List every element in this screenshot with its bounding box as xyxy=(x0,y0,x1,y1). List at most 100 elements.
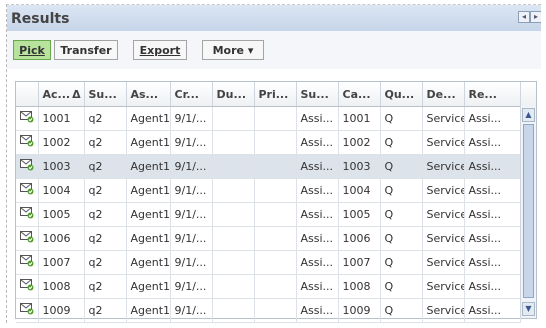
table-cell: 1005 xyxy=(38,202,85,227)
table-cell: 9/1/... xyxy=(170,130,213,155)
mail-accept-icon[interactable] xyxy=(16,106,39,131)
mail-accept-icon[interactable] xyxy=(16,274,39,299)
table-cell: Service xyxy=(422,130,465,155)
table-cell: Service xyxy=(422,106,465,131)
table-cell: q2 xyxy=(84,154,127,179)
table-cell: 1008 xyxy=(38,274,85,299)
table-cell: q2 xyxy=(84,106,127,131)
table-cell: Agent1 xyxy=(126,298,171,323)
table-row[interactable]: 1006 q2 Agent1 9/1/... Assi... 1006 Q Service As… xyxy=(16,226,521,251)
table-cell: Agent1 xyxy=(126,250,171,275)
panel-title: Results xyxy=(11,11,70,27)
table-cell: Q xyxy=(380,298,423,323)
table-cell xyxy=(212,226,255,251)
column-header-label: Cr... xyxy=(174,87,199,101)
table-cell: Service xyxy=(422,154,465,179)
column-header[interactable]: Cr... xyxy=(170,82,213,107)
column-header-label: Du... xyxy=(216,87,247,101)
table-cell: Service xyxy=(422,178,465,203)
expand-icon[interactable]: ▸ xyxy=(530,11,541,23)
table-cell xyxy=(254,250,297,275)
table-cell: Q xyxy=(380,178,423,203)
mail-accept-icon[interactable] xyxy=(16,178,39,203)
table-cell xyxy=(212,178,255,203)
collapse-icon[interactable]: ◂ xyxy=(518,11,530,23)
chevron-down-icon: ▾ xyxy=(247,44,254,57)
table-cell xyxy=(212,130,255,155)
column-header[interactable]: Pri... xyxy=(254,82,297,107)
table-cell: 9/1/... xyxy=(170,274,213,299)
table-cell: 1007 xyxy=(38,250,85,275)
column-header[interactable]: Qu... xyxy=(380,82,423,107)
table-row[interactable]: 1005 q2 Agent1 9/1/... Assi... 1005 Q Service As… xyxy=(16,202,521,227)
mail-accept-icon[interactable] xyxy=(16,202,39,227)
table-cell: 1006 xyxy=(338,226,381,251)
table-cell: 9/1/... xyxy=(170,226,213,251)
column-header-label: Re... xyxy=(468,87,497,101)
mail-accept-icon[interactable] xyxy=(16,154,39,179)
transfer-button[interactable]: Transfer xyxy=(54,40,118,60)
mail-accept-icon[interactable] xyxy=(16,130,39,155)
column-header-label: Su... xyxy=(88,87,117,101)
column-header[interactable]: De... xyxy=(422,82,465,107)
table-cell xyxy=(212,202,255,227)
table-cell: Agent1 xyxy=(126,274,171,299)
table-cell: Service xyxy=(422,202,465,227)
table-cell: q2 xyxy=(84,130,127,155)
table-row[interactable]: 1004 q2 Agent1 9/1/... Assi... 1004 Q Service As… xyxy=(16,178,521,203)
table-row[interactable]: 1003 q2 Agent1 9/1/... Assi... 1003 Q Service As… xyxy=(16,154,521,179)
table-cell: 9/1/... xyxy=(170,250,213,275)
vertical-scrollbar[interactable]: ▲ ▼ xyxy=(520,106,536,318)
export-label: Export xyxy=(139,44,181,57)
column-header[interactable]: Ac... Δ xyxy=(38,82,85,107)
results-table: Ac... Δ Su... As... Cr... Du... Pri... Su... Ca.… xyxy=(15,81,537,323)
mail-accept-icon[interactable] xyxy=(16,298,39,323)
scroll-up-icon[interactable]: ▲ xyxy=(522,108,535,122)
column-header[interactable]: Re... xyxy=(464,82,521,107)
more-button[interactable]: More ▾ xyxy=(202,40,264,60)
icon-column-header xyxy=(16,82,39,107)
column-header[interactable]: Su... xyxy=(296,82,339,107)
table-cell: Assi... xyxy=(464,130,521,155)
column-header[interactable]: Du... xyxy=(212,82,255,107)
table-cell: 1009 xyxy=(338,298,381,323)
toolbar: Pick Transfer Export More ▾ xyxy=(7,31,541,69)
table-row[interactable]: 1007 q2 Agent1 9/1/... Assi... 1007 Q Service As… xyxy=(16,250,521,275)
mail-accept-icon[interactable] xyxy=(16,226,39,251)
table-row[interactable]: 1009 q2 Agent1 9/1/... Assi... 1009 Q Service As… xyxy=(16,298,521,323)
table-cell xyxy=(212,298,255,323)
column-header[interactable]: Ca... xyxy=(338,82,381,107)
table-cell: Assi... xyxy=(296,202,339,227)
scroll-down-icon[interactable]: ▼ xyxy=(522,302,535,316)
pick-label: Pick xyxy=(19,44,45,57)
table-row[interactable]: 1002 q2 Agent1 9/1/... Assi... 1002 Q Service As… xyxy=(16,130,521,155)
column-header-label: Ca... xyxy=(342,87,371,101)
export-button[interactable]: Export xyxy=(133,40,187,60)
table-cell: q2 xyxy=(84,274,127,299)
table-cell: q2 xyxy=(84,250,127,275)
column-header-label: Pri... xyxy=(258,87,289,101)
scroll-thumb[interactable] xyxy=(523,124,534,298)
column-header[interactable]: Su... xyxy=(84,82,127,107)
table-cell xyxy=(254,202,297,227)
table-cell xyxy=(254,178,297,203)
table-cell: Q xyxy=(380,250,423,275)
table-cell xyxy=(254,154,297,179)
table-cell: Q xyxy=(380,130,423,155)
pick-button[interactable]: Pick xyxy=(13,40,51,60)
table-cell: Assi... xyxy=(464,202,521,227)
table-cell: 9/1/... xyxy=(170,202,213,227)
table-row[interactable]: 1001 q2 Agent1 9/1/... Assi... 1001 Q Service As… xyxy=(16,106,521,131)
table-cell: q2 xyxy=(84,226,127,251)
column-header-label: Su... xyxy=(300,87,329,101)
table-cell: Assi... xyxy=(296,178,339,203)
panel-header: Results ◂ ▸ xyxy=(7,5,541,32)
table-cell xyxy=(254,298,297,323)
column-header[interactable]: As... xyxy=(126,82,171,107)
table-cell: 1007 xyxy=(338,250,381,275)
table-cell: Agent1 xyxy=(126,106,171,131)
more-label: More xyxy=(212,44,244,57)
table-row[interactable]: 1008 q2 Agent1 9/1/... Assi... 1008 Q Service As… xyxy=(16,274,521,299)
mail-accept-icon[interactable] xyxy=(16,250,39,275)
table-cell: 9/1/... xyxy=(170,178,213,203)
